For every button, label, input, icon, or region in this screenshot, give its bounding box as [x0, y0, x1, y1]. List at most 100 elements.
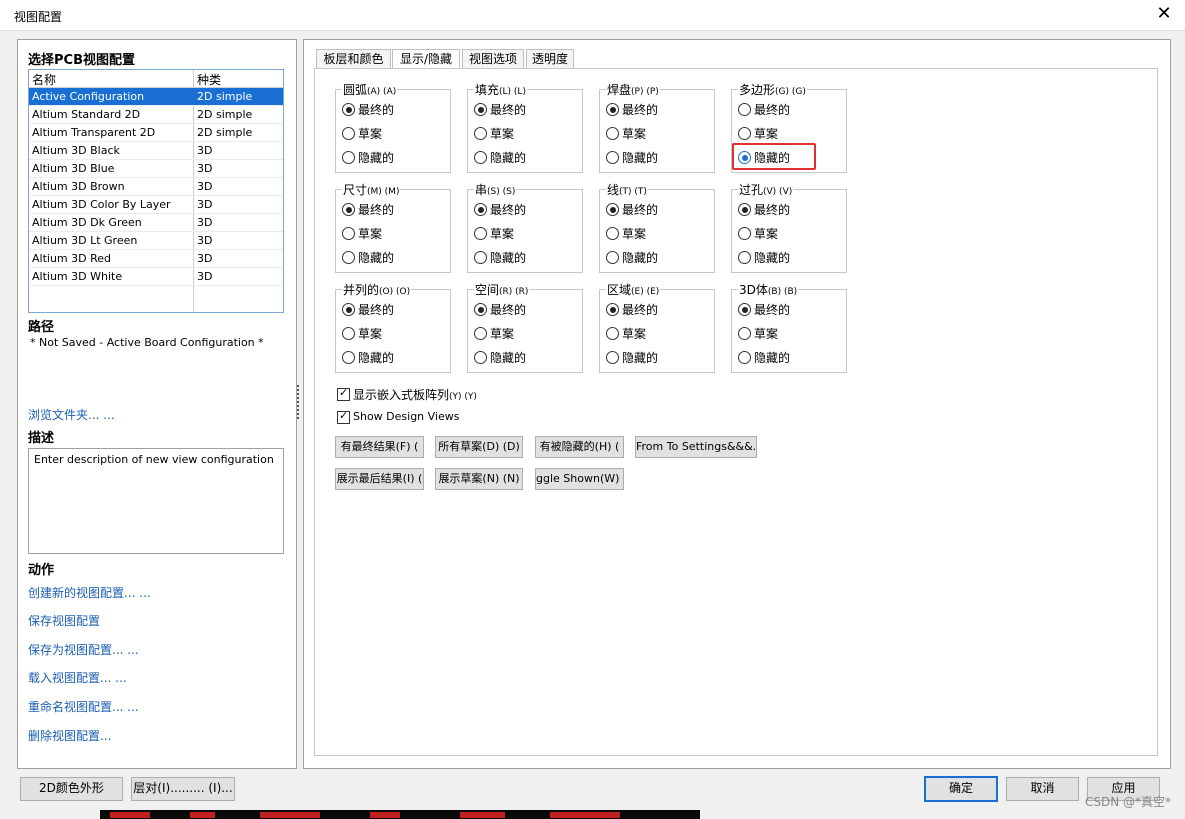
splitter-grip-icon[interactable]: [297, 383, 300, 419]
radio-option[interactable]: 草案: [342, 325, 442, 341]
config-type: 3D: [197, 198, 213, 211]
radio-option[interactable]: 最终的: [606, 301, 706, 317]
radio-label: 隐藏的: [622, 151, 659, 165]
radio-option[interactable]: 草案: [606, 125, 706, 141]
radio-option[interactable]: 隐藏的: [606, 349, 706, 365]
radio-option[interactable]: 隐藏的: [606, 149, 706, 165]
radio-option[interactable]: 草案: [606, 325, 706, 341]
all-hidden-button[interactable]: 有被隐藏的(H) (: [535, 436, 624, 458]
group-box: 串(S) (S) 最终的 草案 隐藏的: [467, 181, 583, 273]
radio-label: 最终的: [490, 203, 527, 217]
config-list-row[interactable]: Altium 3D Blue 3D: [29, 160, 283, 178]
show-draft-button[interactable]: 展示草案(N) (N): [435, 468, 523, 490]
config-type: 3D: [197, 270, 213, 283]
tab-show-hide[interactable]: 显示/隐藏: [392, 49, 460, 70]
all-draft-button[interactable]: 所有草案(D) (D): [435, 436, 523, 458]
action-load-config[interactable]: 载入视图配置... ...: [28, 669, 127, 686]
config-list-row[interactable]: Altium Transparent 2D 2D simple: [29, 124, 283, 142]
radio-label: 隐藏的: [622, 251, 659, 265]
radio-unselected-icon: [738, 227, 751, 240]
radio-option[interactable]: 草案: [738, 225, 838, 241]
radio-option[interactable]: 草案: [474, 125, 574, 141]
group-title: 尺寸(M) (M): [342, 181, 401, 198]
radio-label: 最终的: [754, 303, 791, 317]
action-delete-config[interactable]: 删除视图配置...: [28, 727, 111, 744]
show-embedded-array-checkbox[interactable]: 显示嵌入式板阵列(Y) (Y): [337, 386, 517, 402]
radio-option[interactable]: 隐藏的: [738, 249, 838, 265]
toggle-shown-button[interactable]: ggle Shown(W) (: [535, 468, 624, 490]
radio-option[interactable]: 最终的: [474, 201, 574, 217]
radio-option[interactable]: 草案: [474, 325, 574, 341]
checkbox-checked-icon: [337, 409, 350, 424]
radio-option[interactable]: 最终的: [474, 301, 574, 317]
radio-option[interactable]: 隐藏的: [342, 149, 442, 165]
radio-option[interactable]: 最终的: [606, 101, 706, 117]
action-save-as-config[interactable]: 保存为视图配置... ...: [28, 641, 139, 658]
all-final-button[interactable]: 有最终结果(F) (: [335, 436, 424, 458]
path-value: * Not Saved - Active Board Configuration…: [30, 336, 264, 349]
radio-option[interactable]: 草案: [342, 225, 442, 241]
radio-option[interactable]: 隐藏的: [474, 349, 574, 365]
column-header-name[interactable]: 名称: [32, 71, 56, 88]
radio-selected-icon: [474, 103, 487, 116]
config-list-row[interactable]: Altium 3D White 3D: [29, 268, 283, 286]
config-name: Altium 3D Brown: [32, 180, 125, 193]
config-list-row[interactable]: Altium 3D Black 3D: [29, 142, 283, 160]
action-rename-config[interactable]: 重命名视图配置... ...: [28, 698, 139, 715]
radio-unselected-icon: [342, 151, 355, 164]
from-to-settings-button[interactable]: From To Settings&&&...: [635, 436, 757, 458]
radio-label: 最终的: [358, 203, 395, 217]
cancel-button[interactable]: 取消: [1006, 777, 1079, 801]
radio-option[interactable]: 最终的: [738, 301, 838, 317]
tab-view-options[interactable]: 视图选项: [462, 49, 524, 69]
tab-layers-colors[interactable]: 板层和颜色: [316, 49, 391, 69]
tab-transparency[interactable]: 透明度: [526, 49, 574, 69]
radio-option[interactable]: 隐藏的: [342, 349, 442, 365]
layer-pairs-button[interactable]: 层对(I)......... (I)...: [131, 777, 235, 801]
radio-option[interactable]: 最终的: [474, 101, 574, 117]
radio-option[interactable]: 最终的: [738, 201, 838, 217]
close-icon[interactable]: ✕: [1153, 3, 1175, 25]
radio-unselected-icon: [606, 227, 619, 240]
show-design-views-checkbox[interactable]: Show Design Views: [337, 409, 497, 425]
radio-option[interactable]: 最终的: [738, 101, 838, 117]
config-list-row[interactable]: Altium 3D Red 3D: [29, 250, 283, 268]
config-list-row[interactable]: Altium 3D Dk Green 3D: [29, 214, 283, 232]
config-list-row[interactable]: Active Configuration 2D simple: [29, 88, 283, 106]
browse-folder-link[interactable]: 浏览文件夹... ...: [28, 406, 115, 423]
ok-button[interactable]: 确定: [924, 776, 998, 802]
radio-option[interactable]: 隐藏的: [342, 249, 442, 265]
radio-option[interactable]: 隐藏的: [474, 149, 574, 165]
radio-option[interactable]: 最终的: [342, 101, 442, 117]
radio-option[interactable]: 隐藏的: [738, 349, 838, 365]
radio-unselected-icon: [738, 251, 751, 264]
config-list-row[interactable]: Altium 3D Brown 3D: [29, 178, 283, 196]
config-list-row[interactable]: Altium Standard 2D 2D simple: [29, 106, 283, 124]
config-list-row[interactable]: Altium 3D Color By Layer 3D: [29, 196, 283, 214]
show-final-button[interactable]: 展示最后结果(I) (: [335, 468, 424, 490]
column-header-type[interactable]: 种类: [197, 71, 221, 88]
radio-option[interactable]: 隐藏的: [606, 249, 706, 265]
radio-option[interactable]: 草案: [474, 225, 574, 241]
group-title: 空间(R) (R): [474, 281, 530, 298]
group-title: 多边形(G) (G): [738, 81, 807, 98]
radio-option[interactable]: 最终的: [606, 201, 706, 217]
radio-option[interactable]: 最终的: [342, 301, 442, 317]
radio-option[interactable]: 最终的: [342, 201, 442, 217]
action-save-config[interactable]: 保存视图配置: [28, 612, 100, 629]
2d-color-profile-button[interactable]: 2D颜色外形: [20, 777, 123, 801]
group-title: 区域(E) (E): [606, 281, 661, 298]
action-create-config[interactable]: 创建新的视图配置... ...: [28, 584, 151, 601]
checkbox-checked-icon: [337, 386, 350, 401]
radio-option[interactable]: 草案: [606, 225, 706, 241]
radio-option[interactable]: 草案: [738, 325, 838, 341]
radio-unselected-icon: [738, 103, 751, 116]
radio-label: 草案: [754, 327, 779, 341]
config-list[interactable]: 名称 种类 Active Configuration 2D simple Altiu…: [28, 69, 284, 313]
description-textarea[interactable]: Enter description of new view configurat…: [28, 448, 284, 554]
radio-option[interactable]: 草案: [342, 125, 442, 141]
config-list-row[interactable]: Altium 3D Lt Green 3D: [29, 232, 283, 250]
radio-unselected-icon: [474, 127, 487, 140]
radio-option[interactable]: 隐藏的: [474, 249, 574, 265]
radio-option[interactable]: 草案: [738, 125, 838, 141]
